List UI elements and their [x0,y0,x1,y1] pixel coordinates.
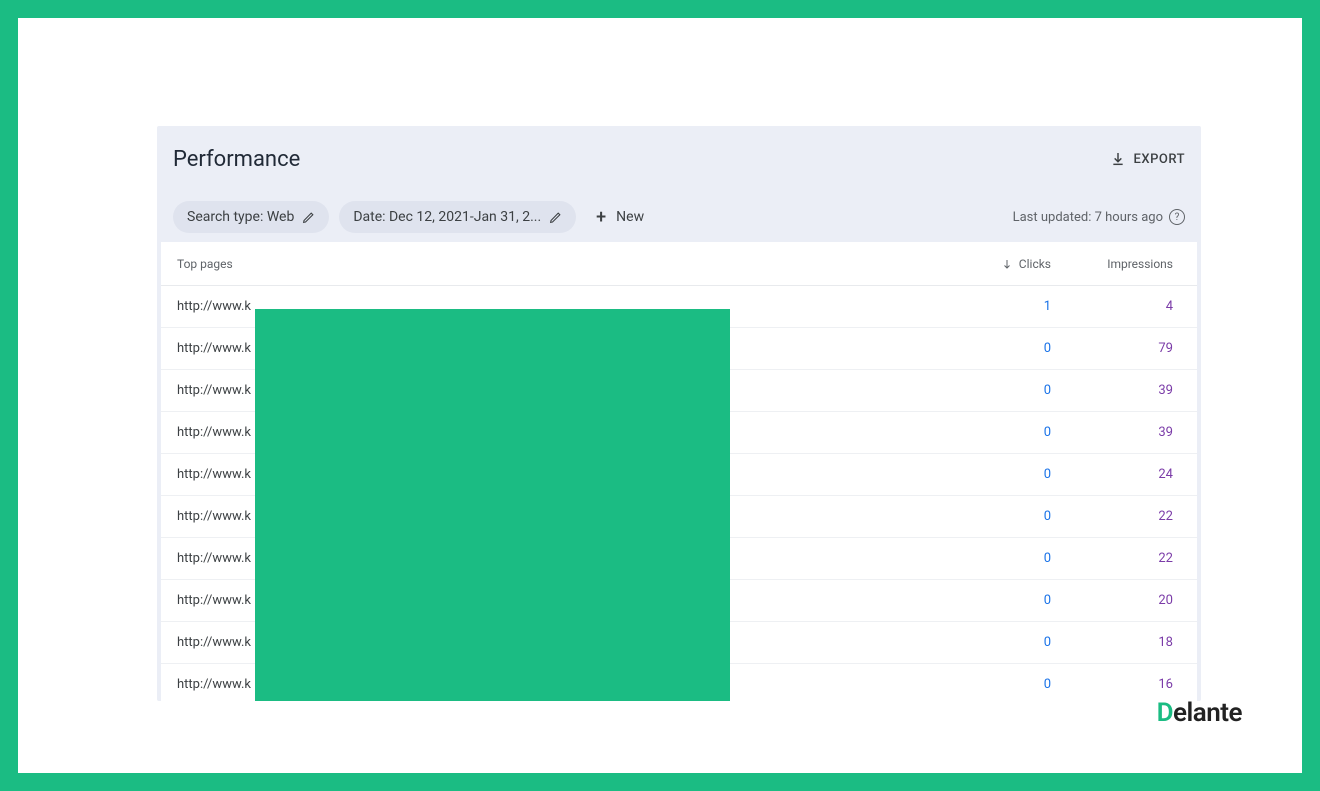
date-range-chip[interactable]: Date: Dec 12, 2021-Jan 31, 2... [339,201,576,233]
search-type-chip[interactable]: Search type: Web [173,201,329,233]
clicks-header-text: Clicks [1019,257,1051,271]
cell-clicks: 0 [937,551,1057,566]
brand-logo: Delante [1157,698,1242,728]
cell-impressions: 22 [1057,551,1197,566]
cell-impressions: 16 [1057,677,1197,692]
cell-clicks: 0 [937,341,1057,356]
col-header-impressions[interactable]: Impressions [1057,257,1197,271]
filter-bar: Search type: Web Date: Dec 12, 2021-Jan … [157,192,1201,242]
cell-impressions: 24 [1057,467,1197,482]
plus-icon: + [596,207,606,228]
cell-clicks: 0 [937,467,1057,482]
last-updated-text: Last updated: 7 hours ago [1013,210,1163,225]
cell-impressions: 39 [1057,383,1197,398]
cell-impressions: 79 [1057,341,1197,356]
pencil-icon [302,211,315,224]
panel-header: Performance EXPORT [157,126,1201,192]
date-range-label: Date: Dec 12, 2021-Jan 31, 2... [353,209,541,225]
download-icon [1110,151,1126,167]
col-header-pages[interactable]: Top pages [161,257,937,271]
cell-clicks: 0 [937,677,1057,692]
export-label: EXPORT [1134,152,1185,167]
brand-first-letter: D [1157,698,1173,728]
col-header-clicks[interactable]: Clicks [937,257,1057,271]
cell-impressions: 4 [1057,299,1197,314]
search-type-label: Search type: Web [187,209,294,225]
cell-clicks: 0 [937,593,1057,608]
new-label: New [616,209,644,225]
add-filter-button[interactable]: + New [586,201,654,233]
cell-clicks: 0 [937,425,1057,440]
outer-frame: Performance EXPORT Search type: Web Date… [0,0,1320,791]
cell-clicks: 0 [937,383,1057,398]
cell-impressions: 39 [1057,425,1197,440]
cell-impressions: 20 [1057,593,1197,608]
cell-clicks: 0 [937,635,1057,650]
cell-clicks: 1 [937,299,1057,314]
help-icon[interactable]: ? [1169,209,1185,225]
cell-impressions: 22 [1057,509,1197,524]
pencil-icon [549,211,562,224]
export-button[interactable]: EXPORT [1110,151,1185,167]
page-title: Performance [173,147,300,172]
last-updated: Last updated: 7 hours ago ? [1013,209,1185,225]
redaction-block [255,309,730,701]
sort-down-icon [1001,258,1013,270]
cell-impressions: 18 [1057,635,1197,650]
brand-rest: elante [1173,698,1242,728]
filter-chips: Search type: Web Date: Dec 12, 2021-Jan … [173,201,654,233]
table-header-row: Top pages Clicks Impressions [161,242,1197,286]
cell-clicks: 0 [937,509,1057,524]
